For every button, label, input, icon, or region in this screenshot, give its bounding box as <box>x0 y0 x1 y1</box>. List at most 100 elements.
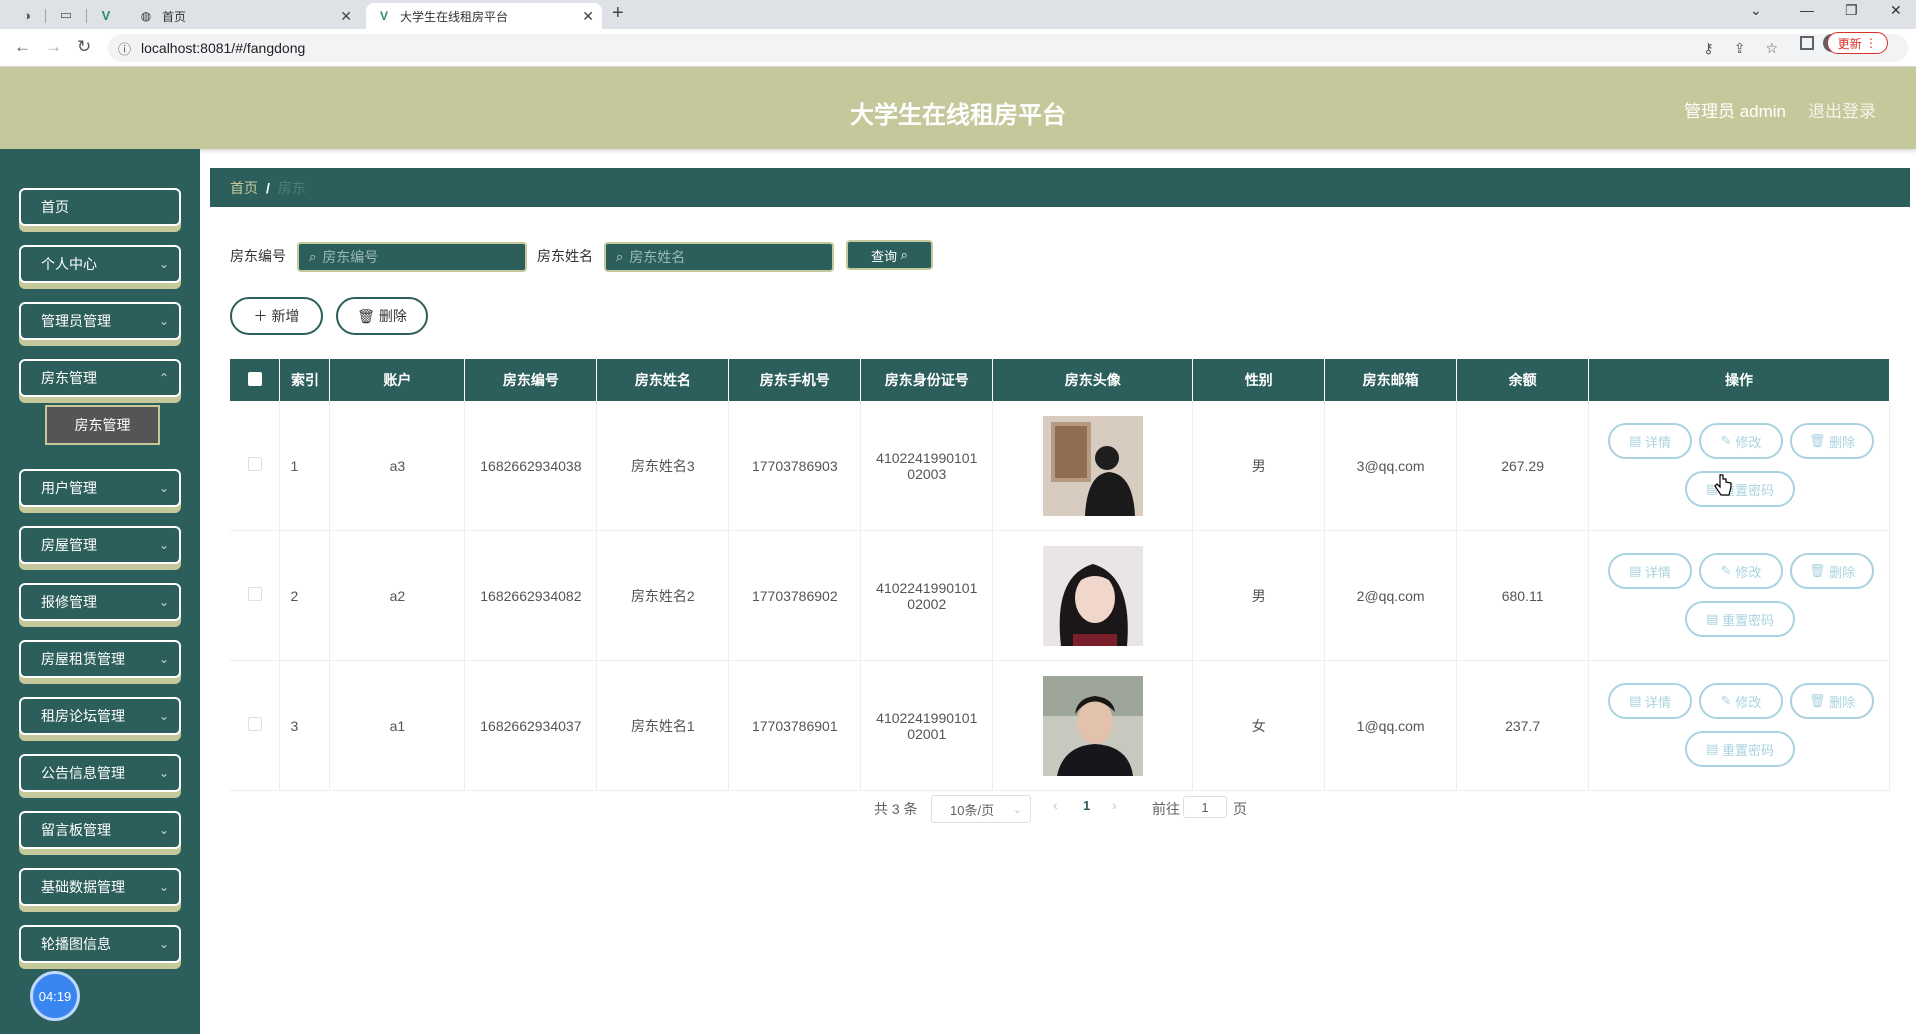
next-page-icon[interactable]: › <box>1112 797 1117 813</box>
row-checkbox[interactable] <box>247 587 262 601</box>
sidebar-item-rental[interactable]: 房屋租赁管理 ⌄ <box>19 640 181 678</box>
reset-password-button[interactable]: ▤ 重置密码 <box>1685 601 1796 637</box>
column-header: 操作 <box>1588 359 1890 401</box>
idcard-line: 4102241990101 <box>876 579 978 596</box>
search-name-input[interactable]: ⌕ 房东姓名 <box>604 242 834 272</box>
cell-phone: 17703786902 <box>728 530 862 661</box>
info-icon[interactable]: ⓘ <box>118 39 131 58</box>
sidebar-item-message[interactable]: 留言板管理 ⌄ <box>19 811 181 849</box>
cell-avatar <box>992 530 1194 661</box>
edit-button[interactable]: ✎ 修改 <box>1699 423 1784 459</box>
chevron-down-icon: ⌄ <box>158 709 169 723</box>
query-button[interactable]: 查询 ⌕ <box>846 240 933 270</box>
sidebar-item-carousel[interactable]: 轮播图信息 ⌄ <box>19 925 181 963</box>
share-icon[interactable]: ⇪ <box>1734 40 1746 57</box>
table-header-row: 索引 账户 房东编号 房东姓名 房东手机号 房东身份证号 房东头像 性别 房东邮… <box>230 359 1890 401</box>
doc-icon: ▤ <box>1706 611 1719 626</box>
tab-search-icon[interactable]: ⌄ <box>1750 2 1762 19</box>
pinned-tab-icon[interactable]: ▭ <box>52 4 80 26</box>
row-checkbox[interactable] <box>247 457 262 471</box>
tab-app[interactable]: V 大学生在线租房平台 ✕ <box>366 3 602 29</box>
sidebar-item-home[interactable]: 首页 <box>19 188 181 226</box>
sidebar-item-label: 房屋管理 <box>41 537 97 553</box>
delete-label: 删除 <box>1829 694 1856 710</box>
submenu-landlord-manage[interactable]: 房东管理 <box>45 405 160 445</box>
select-all-cell <box>230 359 281 401</box>
back-icon[interactable]: ← <box>14 37 31 57</box>
sidebar-item-basedata[interactable]: 基础数据管理 ⌄ <box>19 868 181 906</box>
update-button[interactable]: 更新 ⋮ <box>1826 32 1888 54</box>
avatar-photo[interactable] <box>1042 415 1143 516</box>
sidebar-item-label: 轮播图信息 <box>41 936 111 952</box>
page-number-current[interactable]: 1 <box>1083 798 1090 813</box>
detail-button[interactable]: ▤ 详情 <box>1608 423 1693 459</box>
side-panel-icon[interactable] <box>1800 36 1814 50</box>
sidebar-item-profile[interactable]: 个人中心 ⌄ <box>19 245 181 283</box>
row-delete-button[interactable]: 🗑 删除 <box>1790 553 1875 589</box>
sidebar-item-landlord[interactable]: 房东管理 ⌃ <box>19 359 181 397</box>
reload-icon[interactable]: ↻ <box>77 37 91 57</box>
close-window-button[interactable]: ✕ <box>1890 2 1902 19</box>
chevron-down-icon: ⌄ <box>158 880 169 894</box>
detail-button[interactable]: ▤ 详情 <box>1608 553 1693 589</box>
prev-page-icon[interactable]: ‹ <box>1053 797 1058 813</box>
search-id-input[interactable]: ⌕ 房东编号 <box>297 242 527 272</box>
edit-button[interactable]: ✎ 修改 <box>1699 553 1784 589</box>
new-tab-button[interactable]: + <box>612 2 624 25</box>
row-delete-button[interactable]: 🗑 删除 <box>1790 683 1875 719</box>
browser-tab-strip: ◑ ▭ V ◍ 首页 ✕ V 大学生在线租房平台 ✕ + ⌄ — ❐ ✕ <box>0 0 1916 29</box>
cell-balance: 237.7 <box>1456 660 1590 791</box>
cell-uuid: 1682662934037 <box>464 660 598 791</box>
close-icon[interactable]: ✕ <box>340 8 352 25</box>
search-icon: ⌕ <box>900 247 908 262</box>
sidebar-item-user[interactable]: 用户管理 ⌄ <box>19 469 181 507</box>
table-row: 1 a3 1682662934038 房东姓名3 17703786903 410… <box>230 401 1890 531</box>
sidebar-item-repair[interactable]: 报修管理 ⌄ <box>19 583 181 621</box>
avatar-photo[interactable] <box>1042 675 1143 776</box>
clock-badge: 04:19 <box>30 971 80 1021</box>
sidebar-item-label: 首页 <box>41 199 69 215</box>
row-checkbox[interactable] <box>247 717 262 731</box>
delete-button[interactable]: 🗑 删除 <box>336 297 428 335</box>
sidebar-item-notice[interactable]: 公告信息管理 ⌄ <box>19 754 181 792</box>
reset-password-button[interactable]: ▤ 重置密码 <box>1685 471 1796 507</box>
chevron-down-icon: ⌄ <box>158 481 169 495</box>
sidebar-item-admin[interactable]: 管理员管理 ⌄ <box>19 302 181 340</box>
goto-page-input[interactable]: 1 <box>1183 796 1227 818</box>
sidebar-item-label: 房东管理 <box>41 370 97 386</box>
add-button[interactable]: ＋ 新增 <box>230 297 323 335</box>
avatar-photo[interactable] <box>1042 545 1143 646</box>
cell-index: 3 <box>279 660 331 791</box>
page-size-value: 10条/页 <box>950 802 995 818</box>
star-icon[interactable]: ☆ <box>1765 40 1778 57</box>
minimize-button[interactable]: — <box>1800 2 1814 18</box>
chevron-up-icon: ⌃ <box>158 371 169 385</box>
breadcrumb-home[interactable]: 首页 <box>230 178 258 198</box>
sidebar-item-forum[interactable]: 租房论坛管理 ⌄ <box>19 697 181 735</box>
url-text: localhost:8081/#/fangdong <box>141 40 306 56</box>
doc-icon: ▤ <box>1629 693 1642 708</box>
page-size-select[interactable]: 10条/页 ⌄ <box>931 795 1031 823</box>
idcard-line: 02002 <box>907 595 947 612</box>
vue-icon[interactable]: V <box>92 4 120 26</box>
sidebar-item-house[interactable]: 房屋管理 ⌄ <box>19 526 181 564</box>
url-field[interactable]: ⓘ localhost:8081/#/fangdong ⚷ ⇪ ☆ <box>108 34 1908 62</box>
idcard-line: 4102241990101 <box>876 449 978 466</box>
restore-button[interactable]: ❐ <box>1845 2 1858 19</box>
sidebar: 首页 个人中心 ⌄ 管理员管理 ⌄ 房东管理 ⌃ 房东管理 用户管理 ⌄ 房屋管理 ⌄ 报… <box>0 149 200 1034</box>
edit-button[interactable]: ✎ 修改 <box>1699 683 1784 719</box>
sidebar-item-label: 房屋租赁管理 <box>41 651 125 667</box>
detail-button[interactable]: ▤ 详情 <box>1608 683 1693 719</box>
forward-icon[interactable]: → <box>45 37 62 57</box>
row-delete-button[interactable]: 🗑 删除 <box>1790 423 1875 459</box>
pinned-tab-icon[interactable]: ◑ <box>13 4 41 26</box>
tab-home[interactable]: ◍ 首页 ✕ <box>128 3 360 29</box>
select-all-checkbox[interactable] <box>247 371 262 386</box>
reset-password-button[interactable]: ▤ 重置密码 <box>1685 731 1796 767</box>
logout-link[interactable]: 退出登录 <box>1808 97 1876 122</box>
key-icon[interactable]: ⚷ <box>1703 40 1713 57</box>
cell-idcard: 4102241990101 02002 <box>860 530 994 661</box>
column-header: 房东手机号 <box>728 359 862 401</box>
cell-idcard: 4102241990101 02003 <box>860 401 994 531</box>
close-icon[interactable]: ✕ <box>582 8 594 25</box>
